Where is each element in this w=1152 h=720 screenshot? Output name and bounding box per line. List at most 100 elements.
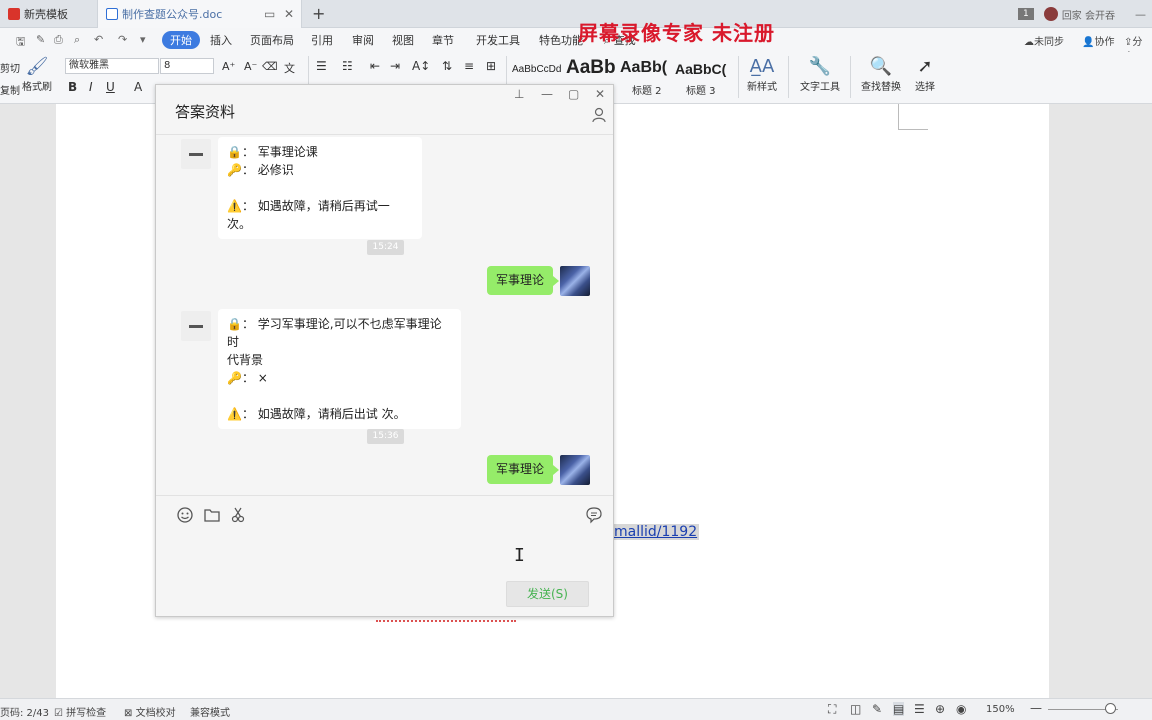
close-icon[interactable]: ✕ bbox=[595, 87, 605, 101]
collab-label: 协作 bbox=[1094, 37, 1115, 48]
page-view-icon[interactable]: ▤ bbox=[893, 702, 905, 716]
grow-font-icon[interactable]: A⁺ bbox=[222, 60, 235, 73]
user-name[interactable]: 回家 会开吞 bbox=[1062, 7, 1115, 22]
tab-template[interactable]: 新壳模板 bbox=[0, 0, 95, 28]
save-icon[interactable]: 🖫 bbox=[16, 33, 25, 52]
menu-view[interactable]: 视图 bbox=[392, 32, 414, 48]
style-normal[interactable]: AaBbCcDd bbox=[512, 64, 561, 75]
chat-input-area[interactable]: 发送(S) bbox=[156, 495, 613, 616]
italic-icon[interactable]: I bbox=[89, 80, 93, 94]
my-message-bubble[interactable]: 军事理论 bbox=[487, 266, 559, 295]
text-tool-label: 文字工具 bbox=[800, 82, 840, 93]
monitor-icon[interactable]: ▭ bbox=[264, 7, 275, 21]
split-view-icon[interactable]: ◫ bbox=[850, 702, 861, 716]
window-count-badge: 1 bbox=[1017, 8, 1034, 20]
format-painter-button[interactable]: 🖌 格式刷 bbox=[20, 56, 54, 93]
send-button[interactable]: 发送(S) bbox=[506, 581, 589, 607]
menu-layout[interactable]: 页面布局 bbox=[250, 32, 294, 48]
menu-features[interactable]: 特色功能 bbox=[539, 32, 583, 48]
new-style-icon: A̲A bbox=[749, 56, 775, 77]
line-spacing-icon[interactable]: ≡ bbox=[464, 59, 474, 73]
more-icon[interactable]: ▾ bbox=[140, 33, 146, 46]
select-button[interactable]: ➚ 选择 bbox=[910, 56, 940, 93]
font-size-select[interactable]: 8 bbox=[160, 58, 214, 74]
underline-icon[interactable]: U bbox=[106, 80, 115, 94]
new-style-button[interactable]: A̲A 新样式 bbox=[744, 56, 780, 93]
menu-home[interactable]: 开始 bbox=[162, 31, 200, 49]
indent-icon[interactable]: ⇥ bbox=[390, 59, 400, 73]
zoom-level[interactable]: 150% bbox=[986, 704, 1015, 715]
my-message-bubble[interactable]: 军事理论 bbox=[487, 455, 559, 484]
web-view-icon[interactable]: ⊕ bbox=[935, 702, 945, 716]
style-heading2[interactable]: AaBb( bbox=[620, 59, 667, 77]
message-line bbox=[227, 387, 452, 405]
contact-info-icon[interactable] bbox=[591, 107, 607, 123]
folder-icon[interactable] bbox=[203, 506, 221, 524]
outdent-icon[interactable]: ⇤ bbox=[370, 59, 380, 73]
bot-avatar[interactable] bbox=[181, 139, 211, 169]
brush-icon[interactable]: ✎ bbox=[36, 33, 45, 46]
zoom-out-icon[interactable]: — bbox=[1030, 701, 1042, 715]
redo-icon[interactable]: ↷ bbox=[118, 33, 127, 46]
maximize-icon[interactable]: ▢ bbox=[568, 87, 579, 101]
menu-insert[interactable]: 插入 bbox=[210, 32, 232, 48]
proofread-status[interactable]: ⊠ 文档校对 bbox=[124, 704, 176, 719]
preview-icon[interactable]: ⌕ bbox=[74, 33, 80, 47]
new-tab-button[interactable]: + bbox=[312, 4, 325, 23]
menu-references[interactable]: 引用 bbox=[311, 32, 333, 48]
table-border-icon[interactable]: ⊞ bbox=[486, 59, 496, 73]
eye-protect-icon[interactable]: ◉ bbox=[956, 702, 966, 716]
numbering-icon[interactable]: ☷ bbox=[342, 59, 353, 73]
sync-status[interactable]: ☁未同步 bbox=[1024, 33, 1064, 48]
menu-review[interactable]: 审阅 bbox=[352, 32, 374, 48]
collab-button[interactable]: 👤协作 bbox=[1082, 33, 1114, 48]
ribbon-menu: 🖫 ✎ ⎙ ⌕ ↶ ↷ ▾ 开始 插入 页面布局 引用 审阅 视图 章节 开发工… bbox=[0, 28, 1152, 63]
edit-mode-icon[interactable]: ✎ bbox=[872, 702, 882, 716]
cut-button[interactable]: 剪切 bbox=[0, 60, 20, 75]
phonetic-icon[interactable]: 文 bbox=[284, 60, 295, 76]
bot-avatar[interactable] bbox=[181, 311, 211, 341]
ribbon-divider bbox=[788, 56, 789, 98]
outline-view-icon[interactable]: ☰ bbox=[914, 702, 925, 716]
my-avatar[interactable] bbox=[560, 266, 590, 296]
chat-history-icon[interactable] bbox=[585, 506, 603, 524]
tab-close-icon[interactable]: ✕ bbox=[284, 7, 294, 21]
find-replace-button[interactable]: 🔍 查找替换 bbox=[856, 56, 906, 93]
page-indicator[interactable]: 页码: 2/43 bbox=[0, 704, 49, 719]
fullscreen-icon[interactable]: ⛶ bbox=[828, 702, 836, 717]
copy-button[interactable]: 复制 bbox=[0, 82, 20, 97]
tab-document[interactable]: 制作查题公众号.doc ▭ ✕ bbox=[97, 0, 302, 28]
undo-icon[interactable]: ↶ bbox=[94, 33, 103, 46]
my-avatar[interactable] bbox=[560, 455, 590, 485]
shrink-font-icon[interactable]: A⁻ bbox=[244, 60, 257, 73]
scissors-icon[interactable] bbox=[230, 506, 248, 524]
style-heading3[interactable]: AaBbC( bbox=[675, 61, 726, 77]
spell-check-status[interactable]: ☑ 拼写检查 bbox=[54, 704, 106, 719]
bot-message-bubble[interactable]: 🔒： 学习军事理论,可以不乜虑军事理论时 代背景 🔑： × ⚠️： 如遇故障，请… bbox=[218, 309, 461, 429]
minimize-icon[interactable]: — bbox=[541, 87, 553, 101]
bullets-icon[interactable]: ☰ bbox=[316, 59, 327, 73]
pin-icon[interactable]: ⊥ bbox=[514, 87, 524, 101]
clear-format-icon[interactable]: ⌫ bbox=[262, 60, 278, 73]
user-avatar[interactable] bbox=[1043, 7, 1058, 21]
print-icon[interactable]: ⎙ bbox=[54, 33, 63, 47]
font-name-select[interactable]: 微软雅黑 bbox=[65, 58, 159, 74]
chat-window[interactable]: 答案资料 ⊥ — ▢ ✕ 🔒： 军事理论课 🔑： 必修识 ⚠️： 如遇故障，请稍… bbox=[155, 84, 614, 617]
emoji-icon[interactable] bbox=[176, 506, 194, 524]
document-link[interactable]: mallid/1192 bbox=[612, 524, 700, 540]
menu-developer[interactable]: 开发工具 bbox=[476, 32, 520, 48]
format-painter-icon: 🖌 bbox=[25, 56, 49, 77]
chat-title: 答案资料 bbox=[175, 103, 236, 121]
chat-messages[interactable]: 🔒： 军事理论课 🔑： 必修识 ⚠️： 如遇故障，请稍后再试一次。 15:24 … bbox=[156, 135, 613, 495]
style-heading1[interactable]: AaBb bbox=[566, 57, 616, 79]
text-tool-button[interactable]: 🔧 文字工具 bbox=[796, 56, 844, 93]
font-color-icon[interactable]: A bbox=[134, 80, 142, 94]
bot-message-bubble[interactable]: 🔒： 军事理论课 🔑： 必修识 ⚠️： 如遇故障，请稍后再试一次。 bbox=[218, 137, 422, 239]
minimize-icon[interactable]: — bbox=[1135, 8, 1146, 21]
text-direction-icon[interactable]: A↕ bbox=[412, 59, 430, 73]
bold-icon[interactable]: B bbox=[68, 80, 77, 94]
zoom-slider-handle[interactable] bbox=[1105, 703, 1116, 714]
menu-chapter[interactable]: 章节 bbox=[432, 32, 454, 48]
sort-icon[interactable]: ⇅ bbox=[442, 59, 452, 73]
message-line: 🔒： 军事理论课 bbox=[227, 145, 318, 159]
